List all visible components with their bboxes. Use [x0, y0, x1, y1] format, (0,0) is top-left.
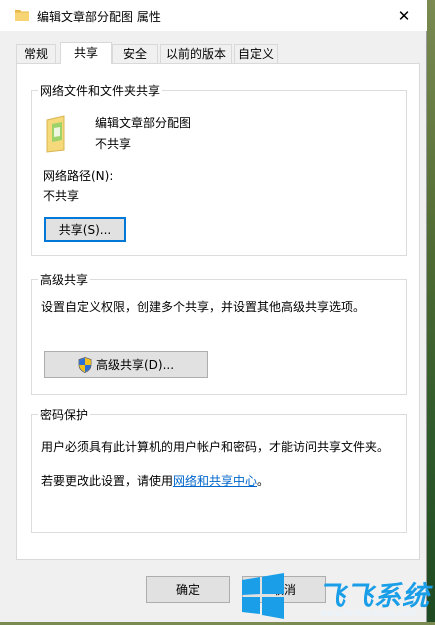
- password-protection-title: 密码保护: [38, 406, 91, 423]
- advanced-sharing-description: 设置自定义权限，创建多个共享，并设置其他高级共享选项。: [41, 300, 366, 314]
- advanced-sharing-title: 高级共享: [38, 271, 91, 288]
- folder-icon: [14, 8, 30, 25]
- close-button[interactable]: ✕: [381, 0, 427, 31]
- watermark-brand: 飞飞系统: [318, 581, 430, 612]
- tab-general[interactable]: 常规: [16, 44, 56, 63]
- advanced-sharing-button[interactable]: 高级共享(D)...: [44, 351, 208, 378]
- uac-shield-icon: [78, 356, 92, 373]
- tab-sharing[interactable]: 共享: [60, 42, 112, 64]
- shared-folder-icon: [44, 114, 72, 157]
- tab-previous-versions[interactable]: 以前的版本: [160, 44, 232, 63]
- tab-customize[interactable]: 自定义: [234, 44, 278, 63]
- share-status: 不共享: [95, 137, 132, 151]
- network-sharing-group: 网络文件和文件夹共享 编辑文章部分配图 不共享 网络路径(N): 不共享 共享(…: [31, 82, 407, 256]
- folder-name: 编辑文章部分配图: [95, 116, 192, 130]
- ok-button[interactable]: 确定: [146, 576, 230, 603]
- window-title: 编辑文章部分配图 属性: [37, 10, 161, 24]
- sharing-panel: 网络文件和文件夹共享 编辑文章部分配图 不共享 网络路径(N): 不共享 共享(…: [16, 63, 420, 560]
- network-path-value: 不共享: [43, 189, 80, 203]
- advanced-sharing-group: 高级共享 设置自定义权限，创建多个共享，并设置其他高级共享选项。 高级共享(D)…: [31, 271, 407, 395]
- watermark-url: www.feifeixitong.com: [320, 609, 417, 619]
- tab-security[interactable]: 安全: [112, 44, 158, 63]
- properties-dialog: 编辑文章部分配图 属性 ✕ 常规 共享 安全 以前的版本 自定义 网络文件和文件…: [0, 0, 427, 622]
- change-setting-text: 若要更改此设置，请使用网络和共享中心。: [41, 472, 269, 489]
- network-path-label: 网络路径(N):: [43, 169, 114, 183]
- password-protection-group: 密码保护 用户必须具有此计算机的用户帐户和密码，才能访问共享文件夹。 若要更改此…: [31, 406, 407, 533]
- title-bar: 编辑文章部分配图 属性 ✕: [0, 0, 427, 31]
- advanced-sharing-button-label: 高级共享(D)...: [95, 358, 175, 372]
- network-sharing-title: 网络文件和文件夹共享: [38, 82, 163, 99]
- password-protection-description: 用户必须具有此计算机的用户帐户和密码，才能访问共享文件夹。: [41, 440, 390, 454]
- share-button[interactable]: 共享(S)...: [44, 217, 126, 242]
- change-setting-suffix: 。: [257, 474, 270, 488]
- network-sharing-center-link[interactable]: 网络和共享中心: [173, 474, 257, 488]
- watermark: 飞飞系统 www.feifeixitong.com: [238, 572, 435, 622]
- change-setting-prefix: 若要更改此设置，请使用: [41, 474, 174, 488]
- close-icon: ✕: [397, 6, 411, 25]
